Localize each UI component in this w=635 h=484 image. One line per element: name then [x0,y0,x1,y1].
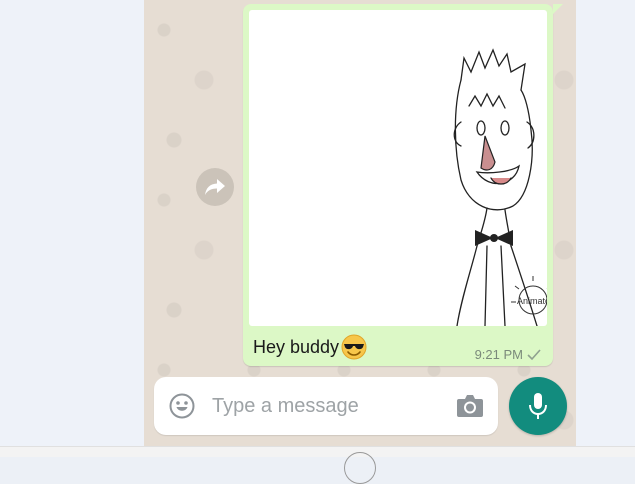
cartoon-sketch-image: Animator [453,48,547,326]
chat-area[interactable]: Animator Hey buddy 9:21 PM Type a messag… [144,0,576,446]
microphone-icon [529,393,547,419]
left-panel [0,0,144,446]
message-input-placeholder[interactable]: Type a message [212,395,359,418]
forward-arrow-icon [205,179,225,195]
system-navigation-bar [0,446,635,457]
caption-text: Hey buddy [253,336,340,357]
message-meta: 9:21 PM [475,347,541,362]
message-caption: Hey buddy [253,334,367,360]
single-check-icon [527,348,541,360]
camera-icon[interactable] [456,394,484,418]
home-button-icon[interactable] [344,452,376,484]
forward-button[interactable] [196,168,234,206]
sunglasses-emoji-icon [341,334,367,360]
outgoing-message-bubble[interactable]: Animator Hey buddy 9:21 PM [243,4,563,366]
watermark-text: Animator [517,296,547,306]
right-panel [576,0,635,446]
message-image[interactable]: Animator [249,10,547,326]
emoji-icon[interactable] [169,393,195,419]
message-composer[interactable]: Type a message [154,377,498,435]
message-time: 9:21 PM [474,347,523,362]
voice-record-button[interactable] [509,377,567,435]
